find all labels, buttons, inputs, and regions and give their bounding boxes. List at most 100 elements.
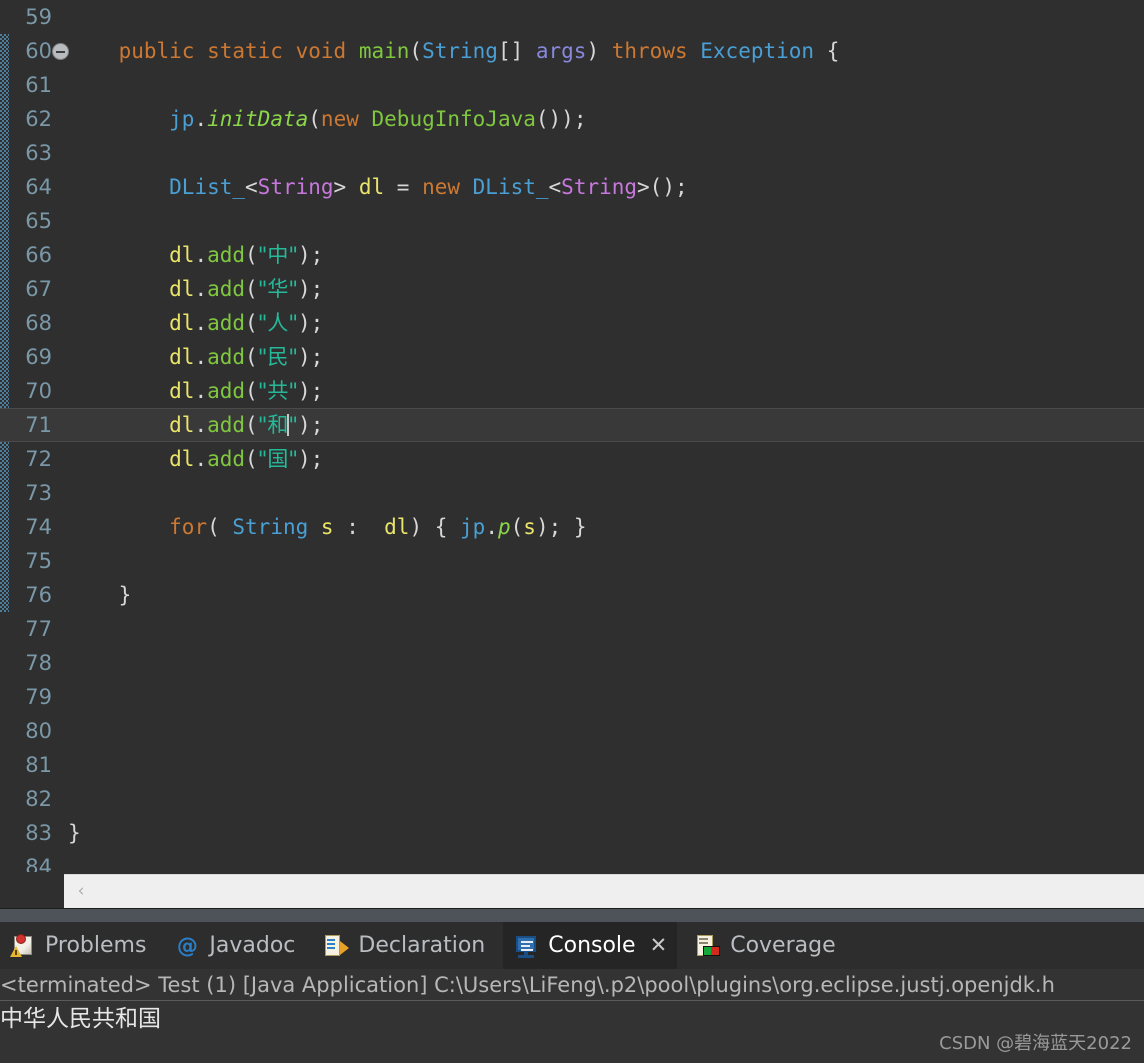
token: . (194, 277, 208, 301)
code-line[interactable]: 84 (0, 850, 1144, 872)
token: main (358, 39, 410, 63)
token: "华" (257, 277, 299, 301)
line-number: 77 (25, 617, 52, 641)
token: . (194, 243, 208, 267)
token: public (118, 39, 195, 63)
code-line[interactable]: 65 (0, 204, 1144, 238)
line-number: 73 (25, 481, 52, 505)
code-line[interactable]: 73 (0, 476, 1144, 510)
token: "国" (257, 447, 299, 471)
token: initData (207, 107, 309, 131)
code-line[interactable]: 66 dl.add("中"); (0, 238, 1144, 272)
token: ( (245, 413, 258, 437)
code-line[interactable]: 82 (0, 782, 1144, 816)
code-line[interactable]: 68 dl.add("人"); (0, 306, 1144, 340)
tab-label: Problems (45, 933, 147, 958)
line-number: 75 (25, 549, 52, 573)
code-line[interactable]: 63 (0, 136, 1144, 170)
tab-coverage[interactable]: Coverage (685, 922, 845, 969)
token: ) (586, 39, 612, 63)
tab-javadoc[interactable]: @ Javadoc (164, 922, 305, 969)
bottom-panel-tabbar[interactable]: Problems @ Javadoc Declaration Console ✕ Cover… (0, 922, 1144, 969)
token: ( (510, 515, 524, 539)
console-panel[interactable]: <terminated> Test (1) [Java Application]… (0, 969, 1144, 1063)
code-line[interactable]: 61 (0, 68, 1144, 102)
code-line[interactable]: 72 dl.add("国"); (0, 442, 1144, 476)
token: ( (207, 515, 233, 539)
line-code: dl.add("民"); (68, 340, 323, 374)
panel-divider[interactable] (0, 908, 1144, 923)
code-line[interactable]: 81 (0, 748, 1144, 782)
token: ( (245, 311, 258, 335)
code-line[interactable]: 79 (0, 680, 1144, 714)
code-line[interactable]: 77 (0, 612, 1144, 646)
code-line[interactable]: 64 DList_<String> dl = new DList_<String… (0, 170, 1144, 204)
code-line[interactable]: 70 dl.add("共"); (0, 374, 1144, 408)
token: add (207, 379, 246, 403)
token: ( (245, 277, 258, 301)
token: jp (169, 107, 195, 131)
line-code: dl.add("国"); (68, 442, 323, 476)
token: . (194, 379, 208, 403)
code-line[interactable]: 80 (0, 714, 1144, 748)
line-code: jp.initData(new DebugInfoJava()); (68, 102, 586, 136)
token: ()); (535, 107, 587, 131)
token: dl (169, 277, 195, 301)
csdn-watermark: CSDN @碧海蓝天2022 (939, 1033, 1132, 1054)
code-line[interactable]: 62 jp.initData(new DebugInfoJava()); (0, 102, 1144, 136)
code-line[interactable]: 83} (0, 816, 1144, 850)
token: add (207, 311, 246, 335)
fold-collapse-icon[interactable] (52, 43, 69, 60)
token: " (288, 413, 299, 437)
console-monitor-icon (513, 933, 539, 959)
token: { (814, 39, 840, 63)
tab-declaration[interactable]: Declaration (313, 922, 495, 969)
horizontal-scrollbar[interactable]: ‹ (64, 874, 1144, 909)
token: } (68, 821, 81, 845)
line-number: 79 (25, 685, 52, 709)
code-line[interactable]: 76 } (0, 578, 1144, 612)
code-lines: 59 60 public static void main(String[] ar… (0, 0, 1144, 872)
declaration-icon (323, 933, 350, 959)
eclipse-ide-window: 59 60 public static void main(String[] ar… (0, 0, 1144, 1063)
token: ) { (409, 515, 461, 539)
tab-problems[interactable]: Problems (0, 922, 156, 969)
code-line[interactable]: 60 public static void main(String[] args… (0, 34, 1144, 68)
token: ( (245, 379, 258, 403)
token: add (207, 277, 246, 301)
scroll-left-icon[interactable]: ‹ (72, 882, 90, 900)
token: DList_ (169, 175, 246, 199)
line-number: 64 (25, 175, 52, 199)
code-line[interactable]: 69 dl.add("民"); (0, 340, 1144, 374)
code-line[interactable]: 59 (0, 0, 1144, 34)
token: dl (358, 175, 385, 199)
line-number: 68 (25, 311, 52, 335)
code-editor[interactable]: 59 60 public static void main(String[] ar… (0, 0, 1144, 872)
tab-console[interactable]: Console ✕ (503, 922, 678, 969)
line-number: 80 (25, 719, 52, 743)
javadoc-at-icon: @ (176, 933, 198, 958)
line-number: 61 (25, 73, 52, 97)
token: "民" (257, 345, 299, 369)
scrollbar-gutter-spacer (0, 874, 64, 908)
token: "中" (257, 243, 299, 267)
code-line[interactable]: 78 (0, 646, 1144, 680)
token: ); } (535, 515, 587, 539)
line-code: dl.add("和"); (68, 408, 323, 442)
line-code: dl.add("中"); (68, 238, 323, 272)
code-line[interactable]: 75 (0, 544, 1144, 578)
code-line[interactable]: 71 dl.add("和"); (0, 408, 1144, 442)
token: DList_ (472, 175, 549, 199)
tab-close-icon[interactable]: ✕ (650, 935, 668, 956)
code-line[interactable]: 74 for( String s : dl) { jp.p(s); } (0, 510, 1144, 544)
tab-label: Javadoc (209, 933, 296, 958)
line-number: 76 (25, 583, 52, 607)
code-line[interactable]: 67 dl.add("华"); (0, 272, 1144, 306)
token: s (523, 515, 536, 539)
